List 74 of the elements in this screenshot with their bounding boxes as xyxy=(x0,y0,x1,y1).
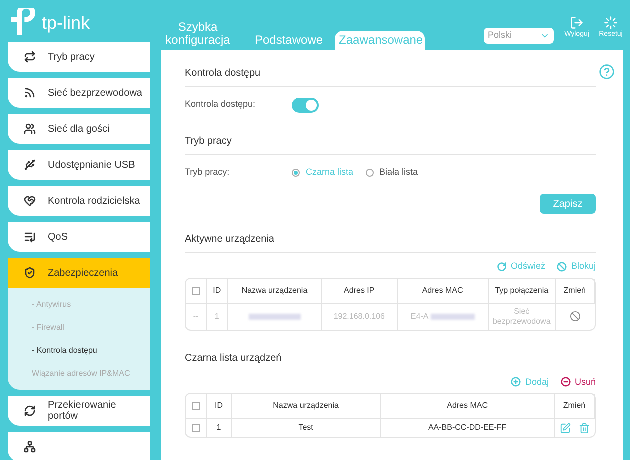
table-cell: AA-BB-CC-DD-EE-FF xyxy=(381,418,555,437)
sidebar-item[interactable]: Udostępnianie USB xyxy=(8,150,150,180)
submenu-item[interactable]: - Kontrola dostępu xyxy=(32,346,150,355)
section-title: Tryb pracy xyxy=(185,134,596,155)
field-label: Kontrola dostępu: xyxy=(185,98,257,112)
block-icon[interactable] xyxy=(570,311,581,322)
table-cell: Test xyxy=(232,418,382,437)
brand-name: tp-link xyxy=(42,12,90,35)
minus-icon xyxy=(560,377,571,388)
sidebar-item[interactable]: Sieć dla gości xyxy=(8,114,150,144)
sidebar-item[interactable] xyxy=(8,432,150,460)
table-cell: E4-A xyxy=(410,310,429,322)
block-icon xyxy=(557,262,568,272)
refresh-icon xyxy=(496,262,507,272)
shield-icon xyxy=(24,267,36,279)
network-icon xyxy=(24,441,36,453)
column-header: ID xyxy=(207,394,232,418)
column-header: Zmień xyxy=(555,394,595,418)
column-header: Adres IP xyxy=(322,278,398,302)
sidebar-item[interactable]: Kontrola rodzicielska xyxy=(8,186,150,216)
submenu-item[interactable]: Wiązanie adresów IP&MAC xyxy=(32,369,150,378)
table-cell: 1 xyxy=(207,302,228,330)
language-select[interactable]: Polski xyxy=(484,28,554,44)
circular-arrows-icon xyxy=(24,405,36,417)
column-header: Zmień xyxy=(556,278,595,302)
refresh-button[interactable]: Odśwież xyxy=(496,260,546,274)
nav-tab[interactable]: Zaawansowane xyxy=(335,31,426,50)
section-title: Czarna lista urządzeń xyxy=(185,352,283,366)
plus-icon xyxy=(511,377,522,388)
nav-tab[interactable]: Podstawowe xyxy=(251,31,328,50)
section-title: Aktywne urządzenia xyxy=(185,232,596,253)
sidebar-item[interactable]: Zabezpieczenia xyxy=(8,258,150,288)
sidebar-item[interactable]: Tryb pracy xyxy=(8,42,150,72)
help-icon[interactable] xyxy=(599,64,615,80)
checkbox[interactable] xyxy=(192,286,200,294)
users-icon xyxy=(24,123,36,135)
add-button[interactable]: Dodaj xyxy=(511,376,549,389)
table-cell: 192.168.0.106 xyxy=(322,302,398,330)
column-header: Nazwa urządzenia xyxy=(232,394,382,418)
table-cell: -- xyxy=(186,302,207,330)
list-icon xyxy=(24,231,36,243)
table-cell: 1 xyxy=(207,418,232,437)
usb-icon xyxy=(24,159,36,171)
column-header: Adres MAC xyxy=(381,394,555,418)
checkbox[interactable] xyxy=(192,424,200,432)
sidebar-item[interactable]: Przekierowanie portów xyxy=(8,396,150,426)
nav-tab[interactable]: Szybka konfiguracja xyxy=(153,18,243,50)
radio-option[interactable]: Biała lista xyxy=(366,166,418,180)
sidebar-item[interactable]: QoS xyxy=(8,222,150,252)
save-button[interactable]: Zapisz xyxy=(540,194,596,214)
arrows-icon xyxy=(24,51,36,63)
checkbox[interactable] xyxy=(192,402,200,410)
radio-option[interactable]: Czarna lista xyxy=(292,166,354,180)
blurred-text xyxy=(430,314,475,320)
column-header: Nazwa urządzenia xyxy=(228,278,322,302)
edit-icon[interactable] xyxy=(560,422,571,434)
toggle-switch[interactable] xyxy=(292,98,319,112)
section-title: Kontrola dostępu xyxy=(185,66,596,87)
remove-button[interactable]: Usuń xyxy=(560,376,596,389)
wireless-icon xyxy=(24,87,36,99)
sidebar-item[interactable]: Sieć bezprzewodowa xyxy=(8,78,150,108)
column-header: Adres MAC xyxy=(398,278,489,302)
table-cell: Sieć bezprzewodowa xyxy=(488,302,556,330)
submenu-item[interactable]: - Antywirus xyxy=(32,300,150,309)
heart-hand-icon xyxy=(24,195,36,207)
submenu-item[interactable]: - Firewall xyxy=(32,323,150,332)
logout-icon xyxy=(570,16,584,30)
column-header: ID xyxy=(207,278,228,302)
blurred-text xyxy=(248,314,301,320)
field-label: Tryb pracy: xyxy=(185,166,231,180)
spinner-icon xyxy=(604,16,618,30)
delete-icon[interactable] xyxy=(579,422,590,434)
column-header: Typ połączenia xyxy=(488,278,556,302)
block-button[interactable]: Blokuj xyxy=(557,260,596,274)
